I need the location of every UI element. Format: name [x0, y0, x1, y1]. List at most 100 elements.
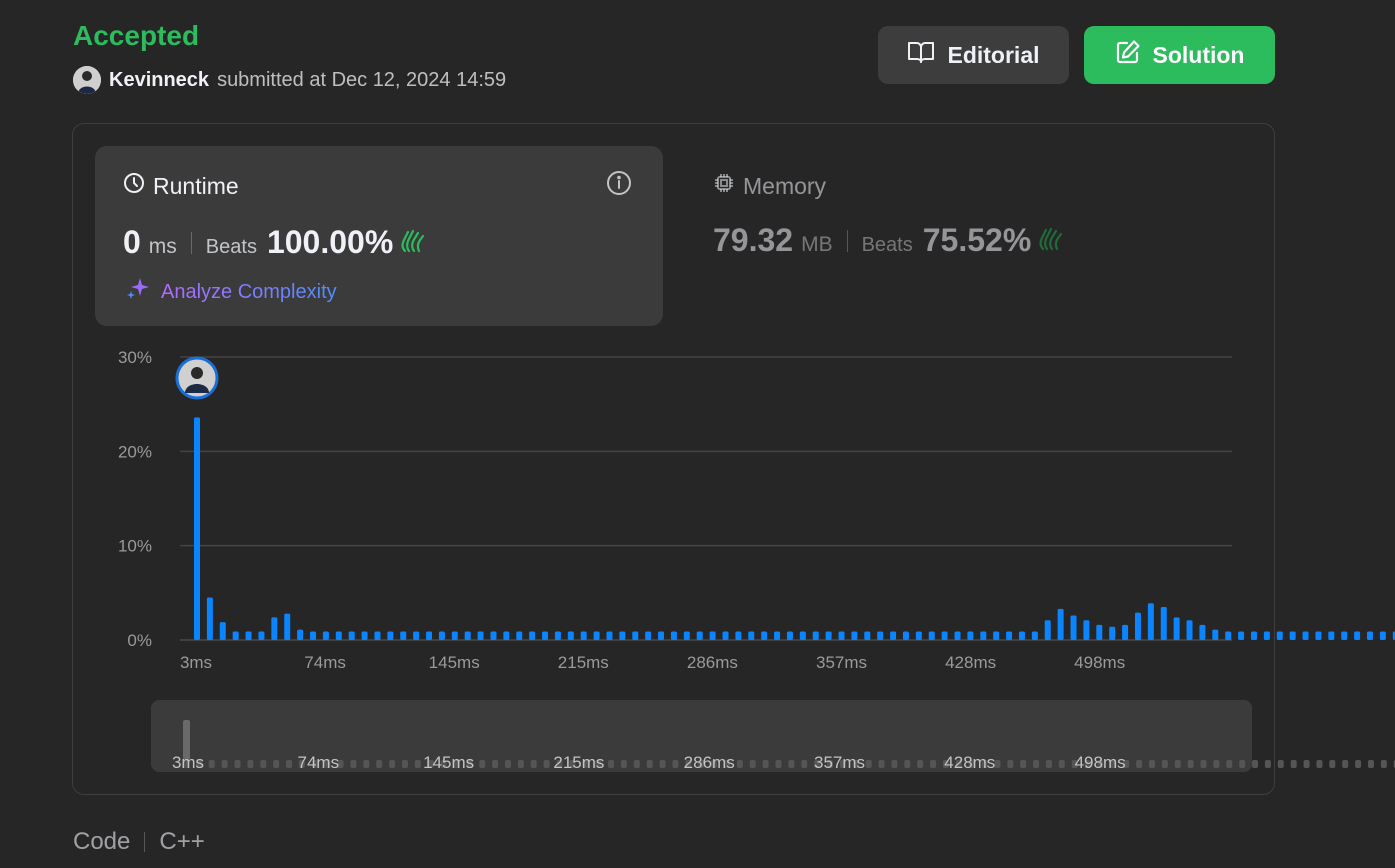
chart-bar[interactable]	[1109, 626, 1116, 640]
chart-bar[interactable]	[1186, 620, 1193, 640]
chart-bar[interactable]	[786, 631, 793, 640]
range-mini-bar	[505, 760, 511, 768]
chart-bar[interactable]	[645, 631, 652, 640]
chart-bar[interactable]	[1238, 631, 1245, 640]
chart-bar[interactable]	[774, 631, 781, 640]
chart-bar[interactable]	[748, 631, 755, 640]
chart-bar[interactable]	[1122, 624, 1129, 640]
chart-bar[interactable]	[902, 631, 909, 640]
chart-bar[interactable]	[413, 631, 420, 640]
chart-bar[interactable]	[1289, 631, 1296, 640]
chart-bar[interactable]	[709, 631, 716, 640]
chart-bar[interactable]	[1354, 631, 1361, 640]
chart-bar[interactable]	[761, 631, 768, 640]
chart-bar[interactable]	[1366, 631, 1373, 640]
chart-bar[interactable]	[890, 631, 897, 640]
chart-bar[interactable]	[1018, 631, 1025, 640]
chart-bar[interactable]	[567, 631, 574, 640]
chart-bar[interactable]	[1379, 631, 1386, 640]
chart-bar[interactable]	[1083, 620, 1090, 640]
chart-bar[interactable]	[915, 631, 922, 640]
chart-bar[interactable]	[542, 631, 549, 640]
chart-bar[interactable]	[632, 631, 639, 640]
chart-bar[interactable]	[1147, 603, 1154, 640]
chart-bar[interactable]	[1341, 631, 1348, 640]
chart-bar[interactable]	[1276, 631, 1283, 640]
chart-bar[interactable]	[554, 631, 561, 640]
chart-bar[interactable]	[851, 631, 858, 640]
chart-bar[interactable]	[877, 631, 884, 640]
chart-bar[interactable]	[735, 631, 742, 640]
chart-bar[interactable]	[322, 631, 329, 640]
chart-bar[interactable]	[297, 629, 304, 640]
chart-bar[interactable]	[993, 631, 1000, 640]
chart-bar[interactable]	[1199, 624, 1206, 640]
chart-bar[interactable]	[310, 631, 317, 640]
chart-bar[interactable]	[387, 631, 394, 640]
chart-bar[interactable]	[194, 417, 200, 640]
chart-bar[interactable]	[232, 631, 239, 640]
chart-bar[interactable]	[438, 631, 445, 640]
chart-bar[interactable]	[1302, 631, 1309, 640]
chart-bar[interactable]	[490, 631, 497, 640]
chart-bar[interactable]	[1315, 631, 1322, 640]
chart-bar[interactable]	[696, 631, 703, 640]
chart-bar[interactable]	[271, 617, 278, 640]
range-mini-bar	[1226, 760, 1233, 768]
chart-bar[interactable]	[1057, 608, 1064, 640]
chart-bar[interactable]	[593, 631, 600, 640]
chart-bar[interactable]	[503, 631, 510, 640]
chart-bar[interactable]	[670, 631, 677, 640]
chart-bar[interactable]	[335, 631, 342, 640]
chart-bar[interactable]	[1134, 612, 1141, 640]
chart-bar[interactable]	[206, 597, 213, 640]
chart-bar[interactable]	[580, 631, 587, 640]
range-mini-bar	[1045, 760, 1052, 768]
chart-bar[interactable]	[245, 631, 252, 640]
chart-bar[interactable]	[864, 631, 871, 640]
chart-bar[interactable]	[722, 631, 729, 640]
chart-bar[interactable]	[451, 631, 458, 640]
chart-bar[interactable]	[838, 631, 845, 640]
chart-bar[interactable]	[529, 631, 536, 640]
chart-bar[interactable]	[683, 631, 690, 640]
chart-bar[interactable]	[400, 631, 407, 640]
chart-bar[interactable]	[361, 631, 368, 640]
chart-bar[interactable]	[1096, 624, 1103, 640]
chart-bar[interactable]	[426, 631, 433, 640]
chart-bar[interactable]	[825, 631, 832, 640]
chart-bar[interactable]	[658, 631, 665, 640]
chart-bar[interactable]	[516, 631, 523, 640]
range-mini-bar	[904, 760, 911, 768]
chart-bar[interactable]	[619, 631, 626, 640]
chart-bar[interactable]	[284, 613, 291, 640]
chart-bar[interactable]	[980, 631, 987, 640]
chart-bar[interactable]	[374, 631, 381, 640]
range-tick-label: 498ms	[1075, 753, 1126, 772]
chart-bar[interactable]	[1070, 615, 1077, 640]
chart-bar[interactable]	[954, 631, 961, 640]
chart-bar[interactable]	[258, 631, 265, 640]
chart-bar[interactable]	[1031, 631, 1038, 640]
chart-bar[interactable]	[1263, 631, 1270, 640]
chart-bar[interactable]	[967, 631, 974, 640]
chart-bar[interactable]	[606, 631, 613, 640]
chart-bar[interactable]	[477, 631, 484, 640]
chart-bar[interactable]	[1250, 631, 1257, 640]
chart-bar[interactable]	[348, 631, 355, 640]
y-tick-label: 10%	[118, 537, 152, 556]
code-language[interactable]: C++	[159, 828, 204, 856]
chart-bar[interactable]	[1225, 631, 1232, 640]
chart-bar[interactable]	[928, 631, 935, 640]
chart-bar[interactable]	[812, 631, 819, 640]
chart-bar[interactable]	[464, 631, 471, 640]
chart-bar[interactable]	[1173, 617, 1180, 640]
chart-bar[interactable]	[219, 622, 226, 640]
chart-bar[interactable]	[1212, 629, 1219, 640]
chart-bar[interactable]	[799, 631, 806, 640]
chart-bar[interactable]	[1044, 620, 1051, 640]
chart-bar[interactable]	[1160, 606, 1167, 640]
chart-bar[interactable]	[1328, 631, 1335, 640]
chart-bar[interactable]	[941, 631, 948, 640]
chart-bar[interactable]	[1006, 631, 1013, 640]
